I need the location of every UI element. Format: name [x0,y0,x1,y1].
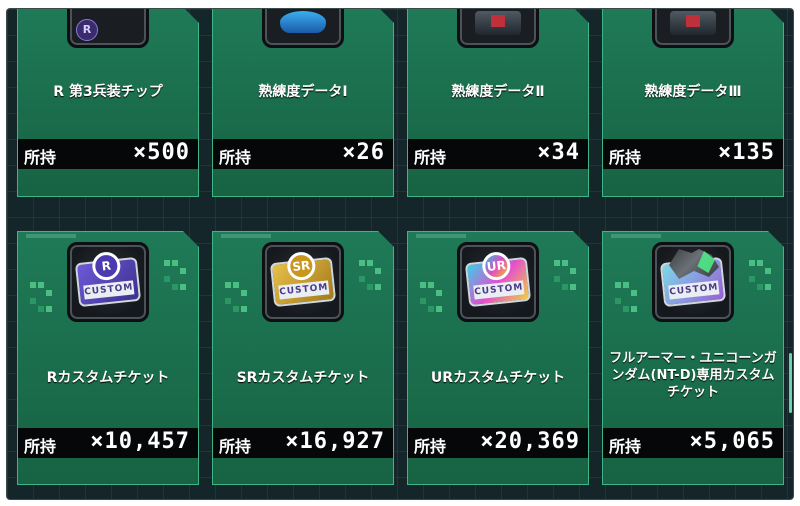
item-card-proficiency-3[interactable]: 熟練度データⅢ 所持 ×135 [602,8,784,197]
data-unit-icon [670,11,716,35]
item-name: 熟練度データⅡ [451,84,545,100]
data-unit-icon [475,11,521,35]
item-card-proficiency-2[interactable]: 熟練度データⅡ 所持 ×34 [407,8,589,197]
pixel-decoration [225,282,247,316]
item-card-r-chip[interactable]: R R 第3兵装チップ 所持 ×500 [17,8,199,197]
r-equipment-chip-icon: R [67,8,149,48]
hold-label: 所持 [609,437,642,456]
hold-label: 所持 [609,148,642,167]
hold-bar: 所持 ×5,065 [603,428,783,458]
pixel-decoration [554,260,576,294]
blue-data-icon [280,11,326,33]
item-card-unicorn-ticket[interactable]: CUSTOM フルアーマー・ユニコーンガンダム(NT-D)専用カスタムチケット … [602,231,784,485]
item-name: フルアーマー・ユニコーンガンダム(NT-D)専用カスタムチケット [609,351,777,400]
hold-bar: 所持 ×16,927 [213,428,393,458]
item-icon-slot: SR CUSTOM [262,242,344,322]
ticket-banner: CUSTOM [473,280,524,299]
hold-label: 所持 [414,148,447,167]
hold-count: ×135 [718,140,775,165]
rarity-medal: SR [286,251,317,282]
item-card-r-ticket[interactable]: R CUSTOM Rカスタムチケット 所持 ×10,457 [17,231,199,485]
proficiency-data-2-icon [457,8,539,48]
hold-count: ×5,065 [689,429,775,454]
item-name: SRカスタムチケット [236,370,370,386]
hold-label: 所持 [219,437,252,456]
hold-count: ×20,369 [480,429,580,454]
item-card-proficiency-1[interactable]: 熟練度データⅠ 所持 ×26 [212,8,394,197]
hold-bar: 所持 ×10,457 [18,428,198,458]
hold-label: 所持 [24,148,57,167]
hold-count: ×10,457 [90,429,190,454]
hold-bar: 所持 ×500 [18,139,198,169]
item-icon-slot: UR CUSTOM [457,242,539,322]
ticket-banner: CUSTOM [83,280,134,299]
header-strip [611,234,661,238]
item-icon-slot: R CUSTOM [67,242,149,322]
header-strip [26,234,76,238]
header-strip [416,234,466,238]
hold-bar: 所持 ×20,369 [408,428,588,458]
hold-count: ×500 [133,140,190,165]
pixel-decoration [164,260,186,294]
hold-label: 所持 [219,148,252,167]
r-custom-ticket-icon: R CUSTOM [75,257,141,307]
item-name: 熟練度データⅢ [644,84,742,100]
ticket-banner: CUSTOM [278,280,329,299]
hold-count: ×34 [537,140,580,165]
sr-custom-ticket-icon: SR CUSTOM [270,257,336,307]
hold-bar: 所持 ×135 [603,139,783,169]
pixel-decoration [30,282,52,316]
pixel-decoration [749,260,771,294]
rarity-medal: R [91,251,122,282]
hold-label: 所持 [414,437,447,456]
header-strip [221,234,271,238]
pixel-decoration [420,282,442,316]
item-name: Rカスタムチケット [46,370,170,386]
inventory-screen: R R 第3兵装チップ 所持 ×500 熟練度データⅠ 所持 ×26 熟練度デー… [6,8,794,500]
proficiency-data-3-icon [652,8,734,48]
hold-bar: 所持 ×26 [213,139,393,169]
item-icon-slot: CUSTOM [652,242,734,322]
item-card-ur-ticket[interactable]: UR CUSTOM URカスタムチケット 所持 ×20,369 [407,231,589,485]
rarity-badge: R [76,19,98,41]
ticket-banner: CUSTOM [668,280,719,299]
item-name: R 第3兵装チップ [53,84,163,100]
hold-bar: 所持 ×34 [408,139,588,169]
hold-count: ×26 [342,140,385,165]
rarity-medal: UR [481,251,512,282]
hold-label: 所持 [24,437,57,456]
pixel-decoration [359,260,381,294]
pixel-decoration [615,282,637,316]
item-name: 熟練度データⅠ [258,84,348,100]
scrollbar[interactable] [789,353,792,413]
hold-count: ×16,927 [285,429,385,454]
item-card-sr-ticket[interactable]: SR CUSTOM SRカスタムチケット 所持 ×16,927 [212,231,394,485]
ur-custom-ticket-icon: UR CUSTOM [465,257,531,307]
item-name: URカスタムチケット [430,370,566,386]
proficiency-data-1-icon [262,8,344,48]
